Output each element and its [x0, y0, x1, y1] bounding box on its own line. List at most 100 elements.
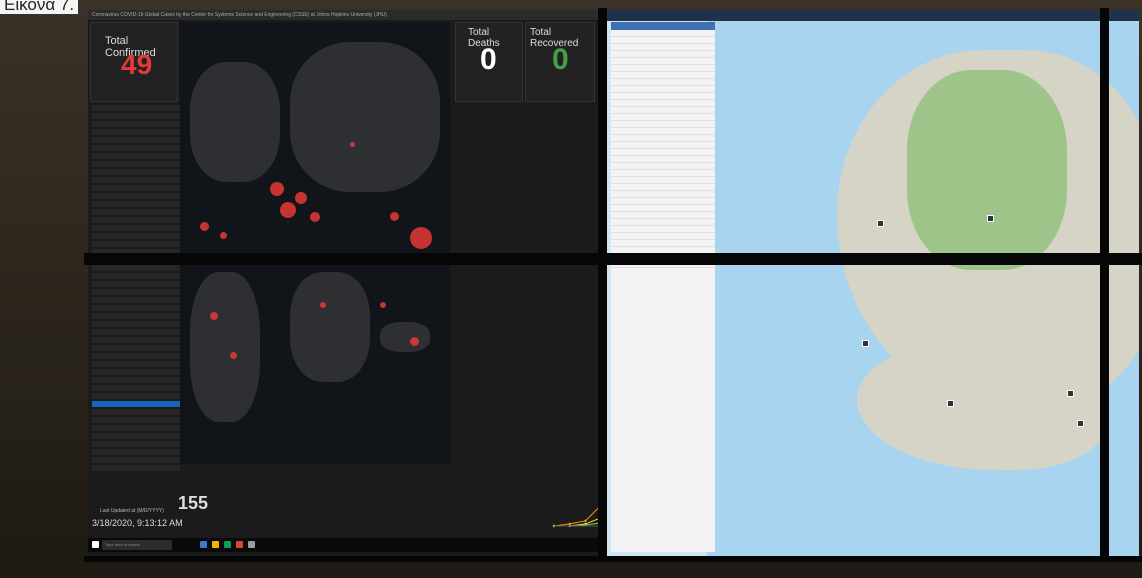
list-item[interactable] — [92, 193, 180, 199]
table-row[interactable] — [611, 205, 715, 212]
table-row[interactable] — [611, 184, 715, 191]
table-row[interactable] — [611, 86, 715, 93]
list-item[interactable] — [92, 337, 180, 343]
list-item[interactable] — [92, 105, 180, 111]
list-item[interactable] — [92, 385, 180, 391]
app-icon[interactable] — [224, 541, 231, 548]
case-marker[interactable] — [220, 232, 227, 239]
list-item[interactable] — [92, 409, 180, 415]
list-item[interactable] — [92, 321, 180, 327]
list-item[interactable] — [92, 425, 180, 431]
list-item[interactable] — [92, 353, 180, 359]
table-row[interactable] — [611, 212, 715, 219]
list-item[interactable] — [92, 449, 180, 455]
table-row[interactable] — [611, 163, 715, 170]
table-row[interactable] — [611, 156, 715, 163]
list-item[interactable] — [92, 161, 180, 167]
list-item[interactable] — [92, 457, 180, 463]
map-pin-icon[interactable] — [877, 220, 884, 227]
folder-icon[interactable] — [212, 541, 219, 548]
case-marker[interactable] — [320, 302, 326, 308]
list-item[interactable] — [92, 113, 180, 119]
case-marker[interactable] — [410, 337, 419, 346]
table-row[interactable] — [611, 100, 715, 107]
list-item[interactable] — [92, 441, 180, 447]
list-item[interactable] — [92, 225, 180, 231]
list-item[interactable] — [92, 145, 180, 151]
case-marker[interactable] — [350, 142, 355, 147]
list-item[interactable] — [92, 313, 180, 319]
list-item[interactable] — [92, 241, 180, 247]
table-row[interactable] — [611, 170, 715, 177]
windows-start-icon[interactable] — [92, 541, 99, 548]
table-row[interactable] — [611, 79, 715, 86]
app-icon[interactable] — [236, 541, 243, 548]
table-row[interactable] — [611, 233, 715, 240]
list-item[interactable] — [92, 289, 180, 295]
list-item[interactable] — [92, 433, 180, 439]
case-marker[interactable] — [200, 222, 209, 231]
table-row[interactable] — [611, 44, 715, 51]
case-marker[interactable] — [390, 212, 399, 221]
list-item[interactable] — [92, 369, 180, 375]
case-marker[interactable] — [230, 352, 237, 359]
table-row[interactable] — [611, 51, 715, 58]
map-pin-icon[interactable] — [1067, 390, 1074, 397]
browser-icon[interactable] — [200, 541, 207, 548]
table-row[interactable] — [611, 58, 715, 65]
case-marker[interactable] — [295, 192, 307, 204]
list-item[interactable] — [92, 209, 180, 215]
case-marker[interactable] — [210, 312, 218, 320]
app-icon[interactable] — [248, 541, 255, 548]
table-row[interactable] — [611, 142, 715, 149]
table-row[interactable] — [611, 128, 715, 135]
map-pin-icon[interactable] — [987, 215, 994, 222]
list-item[interactable] — [92, 305, 180, 311]
unit-table[interactable] — [611, 22, 715, 552]
table-row[interactable] — [611, 30, 715, 37]
map-pin-icon[interactable] — [862, 340, 869, 347]
list-item[interactable] — [92, 201, 180, 207]
table-row[interactable] — [611, 107, 715, 114]
case-marker[interactable] — [410, 227, 432, 249]
case-marker[interactable] — [380, 302, 386, 308]
case-marker[interactable] — [280, 202, 296, 218]
table-row[interactable] — [611, 198, 715, 205]
list-item[interactable] — [92, 273, 180, 279]
list-item[interactable] — [92, 169, 180, 175]
list-item[interactable] — [92, 417, 180, 423]
list-item[interactable] — [92, 377, 180, 383]
map-pin-icon[interactable] — [1077, 420, 1084, 427]
map-pin-icon[interactable] — [947, 400, 954, 407]
table-row[interactable] — [611, 114, 715, 121]
list-item[interactable] — [92, 185, 180, 191]
taskbar-search[interactable]: Type here to search — [102, 540, 172, 550]
table-row[interactable] — [611, 149, 715, 156]
table-row[interactable] — [611, 226, 715, 233]
table-row[interactable] — [611, 177, 715, 184]
list-item[interactable] — [92, 265, 180, 271]
list-item-selected[interactable] — [92, 401, 180, 407]
table-row[interactable] — [611, 191, 715, 198]
list-item[interactable] — [92, 281, 180, 287]
table-row[interactable] — [611, 37, 715, 44]
case-marker[interactable] — [270, 182, 284, 196]
table-row[interactable] — [611, 219, 715, 226]
table-row[interactable] — [611, 72, 715, 79]
list-item[interactable] — [92, 233, 180, 239]
list-item[interactable] — [92, 177, 180, 183]
world-map[interactable] — [180, 22, 450, 464]
table-row[interactable] — [611, 135, 715, 142]
list-item[interactable] — [92, 345, 180, 351]
list-item[interactable] — [92, 121, 180, 127]
list-item[interactable] — [92, 361, 180, 367]
list-item[interactable] — [92, 153, 180, 159]
table-row[interactable] — [611, 93, 715, 100]
list-item[interactable] — [92, 129, 180, 135]
list-item[interactable] — [92, 465, 180, 471]
table-row[interactable] — [611, 240, 715, 247]
country-list[interactable] — [92, 105, 180, 473]
list-item[interactable] — [92, 297, 180, 303]
case-marker[interactable] — [310, 212, 320, 222]
list-item[interactable] — [92, 137, 180, 143]
